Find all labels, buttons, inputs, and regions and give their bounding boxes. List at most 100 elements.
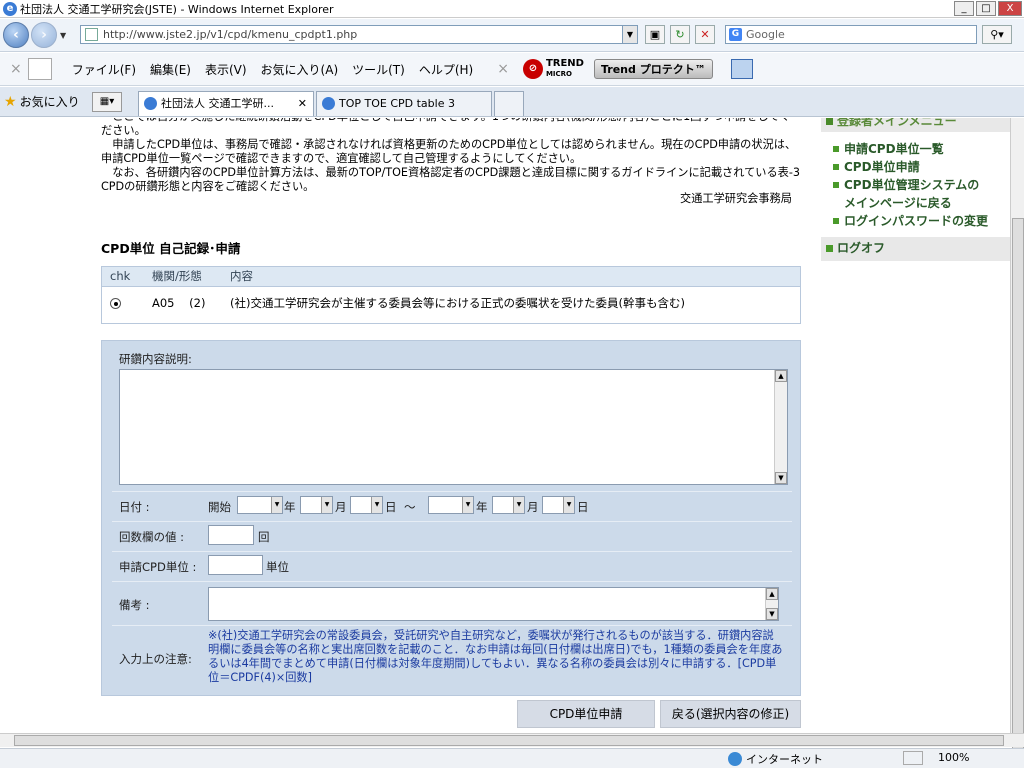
menu-view[interactable]: 表示(V) — [205, 61, 247, 78]
address-bar: ‹ › ▼ http://www.jste2.jp/v1/cpd/kmenu_c… — [0, 19, 1024, 52]
textarea-scrollbar[interactable]: ▲ ▼ — [774, 370, 787, 484]
month-unit: 月 — [335, 500, 347, 514]
office-signature: 交通工学研究会事務局 — [680, 192, 792, 205]
start-month-select[interactable]: ▼ — [300, 496, 333, 514]
protected-mode-icon[interactable] — [903, 751, 923, 765]
tab-close-icon[interactable]: ✕ — [298, 92, 307, 115]
page-horizontal-scrollbar[interactable] — [0, 733, 1024, 747]
close-window-button[interactable]: X — [998, 1, 1022, 16]
table-header: chk 機関/形態 内容 — [102, 267, 800, 287]
year-unit: 年 — [284, 500, 296, 514]
search-placeholder: Google — [746, 28, 785, 41]
favorites-button[interactable]: ★ お気に入り — [4, 93, 80, 110]
back-to-edit-button[interactable]: 戻る(選択内容の修正) — [660, 700, 801, 728]
tab-jste[interactable]: 社団法人 交通工学研... ✕ — [138, 91, 314, 116]
count-input[interactable] — [208, 525, 254, 545]
application-form: 研鑽内容説明: ▲ ▼ 日付 : 開始 ▼ 年 ▼ 月 ▼ 日 ～ ▼ 年 ▼ 月… — [101, 340, 801, 696]
stop-icon[interactable]: ✕ — [695, 25, 715, 44]
remarks-scrollbar[interactable]: ▲ ▼ — [765, 588, 778, 620]
intro-line0: ここでは自分が実施した継続研鑽活動をCPD単位として自己申請できます。1つの研鑽… — [101, 118, 790, 137]
remarks-textarea[interactable]: ▲ ▼ — [208, 587, 779, 621]
quick-tabs-icon[interactable]: ▦▾ — [92, 92, 122, 112]
tabs-bar: ★ お気に入り ▦▾ 社団法人 交通工学研... ✕ TOP TOE CPD t… — [0, 87, 1024, 117]
search-input[interactable]: G Google — [725, 25, 977, 44]
menu-file[interactable]: ファイル(F) — [72, 61, 136, 78]
menu-tools[interactable]: ツール(T) — [352, 61, 405, 78]
trend-micro-logo[interactable]: ⊘ TREND MICRO — [522, 59, 584, 79]
security-zone[interactable]: インターネット — [728, 751, 823, 767]
window-controls: _ □ X — [954, 1, 1022, 16]
end-month-select[interactable]: ▼ — [492, 496, 525, 514]
desc-label: 研鑽内容説明: — [119, 352, 192, 366]
url-dropdown-icon[interactable]: ▼ — [622, 25, 638, 44]
section-title: CPD単位 自己記録･申請 — [101, 241, 241, 256]
cpd-apply-button[interactable]: CPD単位申請 — [517, 700, 655, 728]
toolbar-addon-icon[interactable] — [27, 58, 52, 80]
desc-textarea[interactable]: ▲ ▼ — [119, 369, 788, 485]
maximize-button[interactable]: □ — [976, 1, 996, 16]
trend-close-icon[interactable]: × — [497, 61, 509, 77]
start-year-select[interactable]: ▼ — [237, 496, 283, 514]
url-text: http://www.jste2.jp/v1/cpd/kmenu_cpdpt1.… — [103, 28, 358, 41]
select-radio[interactable] — [110, 298, 121, 309]
table-row: A05 (2) (社)交通工学研究会が主催する委員会等における正式の委嘱状を受け… — [102, 287, 800, 321]
history-dropdown-icon[interactable]: ▼ — [60, 31, 66, 40]
page-vertical-scrollbar[interactable] — [1010, 118, 1024, 758]
google-icon: G — [729, 28, 742, 41]
count-label: 回数欄の値 : — [119, 530, 185, 544]
minimize-button[interactable]: _ — [954, 1, 974, 16]
trend-line2: MICRO — [545, 70, 573, 78]
tab-toe-table[interactable]: TOP TOE CPD table 3 — [316, 91, 492, 116]
tab-label: 社団法人 交通工学研... — [161, 97, 274, 110]
year-unit-end: 年 — [476, 500, 488, 514]
new-tab-button[interactable] — [494, 91, 524, 116]
url-input[interactable]: http://www.jste2.jp/v1/cpd/kmenu_cpdpt1.… — [80, 25, 638, 44]
tab-label: TOP TOE CPD table 3 — [339, 97, 455, 110]
menu-favorites[interactable]: お気に入り(A) — [261, 61, 339, 78]
end-year-select[interactable]: ▼ — [428, 496, 474, 514]
note-text: ※(社)交通工学研究会の常設委員会，受託研究や自主研究など，委嘱状が発行されるも… — [208, 629, 783, 684]
end-day-select[interactable]: ▼ — [542, 496, 575, 514]
intro-text: ここでは自分が実施した継続研鑽活動をCPD単位として自己申請できます。1つの研鑽… — [101, 118, 801, 194]
page-icon — [85, 28, 98, 41]
ie-tab-icon — [322, 97, 335, 110]
zoom-level[interactable]: 100% — [938, 751, 969, 764]
month-unit-end: 月 — [527, 500, 539, 514]
sidebar-item-cpd-apply[interactable]: CPD単位申請 — [833, 158, 988, 176]
intro-p2: 申請したCPD単位は、事務局で確認・承認されなければ資格更新のためのCPD単位と… — [101, 138, 797, 165]
forward-button[interactable]: › — [31, 22, 57, 48]
day-unit: 日 — [385, 500, 397, 514]
sidebar-item-main-page[interactable]: CPD単位管理システムの メインページに戻る — [833, 176, 983, 212]
window-title: 社団法人 交通工学研究会(JSTE) - Windows Internet Ex… — [20, 2, 334, 16]
window-titlebar: e 社団法人 交通工学研究会(JSTE) - Windows Internet … — [0, 0, 1024, 18]
back-button[interactable]: ‹ — [3, 22, 29, 48]
row-code: A05 — [152, 296, 175, 310]
note-label: 入力上の注意: — [119, 652, 192, 666]
compat-view-icon[interactable]: ▣ — [645, 25, 665, 44]
trend-protect-button[interactable]: Trend プロテクト™ — [593, 59, 713, 79]
menu-help[interactable]: ヘルプ(H) — [419, 61, 473, 78]
date-start-label: 開始 — [208, 500, 231, 514]
menu-edit[interactable]: 編集(E) — [150, 61, 191, 78]
cpd-label: 申請CPD単位 : — [119, 560, 197, 574]
cpd-input[interactable] — [208, 555, 263, 575]
start-day-select[interactable]: ▼ — [350, 496, 383, 514]
date-label: 日付 : — [119, 500, 150, 514]
logout-link[interactable]: ログオフ — [821, 237, 1010, 261]
refresh-icon[interactable]: ↻ — [670, 25, 690, 44]
day-unit-end: 日 — [577, 500, 589, 514]
trend-addon-icon[interactable] — [730, 59, 753, 79]
toolbar-close-icon[interactable]: × — [10, 61, 22, 77]
col-chk: chk — [110, 269, 131, 283]
date-tilde: ～ — [404, 500, 416, 514]
status-bar: インターネット 100% — [0, 748, 1024, 768]
star-icon: ★ — [4, 93, 17, 110]
count-unit: 回 — [258, 530, 270, 544]
sidebar-header: 登録者メインメニュー — [821, 118, 1010, 132]
sidebar-item-password[interactable]: ログインパスワードの変更 — [833, 212, 988, 230]
col-content: 内容 — [230, 269, 253, 283]
search-button[interactable]: ⚲▾ — [982, 25, 1012, 44]
sidebar-menu: 登録者メインメニュー 申請CPD単位一覧 CPD単位申請 CPD単位管理システム… — [821, 118, 1010, 262]
sidebar-item-cpd-list[interactable]: 申請CPD単位一覧 — [833, 140, 988, 158]
ie-logo-icon: e — [3, 1, 17, 16]
